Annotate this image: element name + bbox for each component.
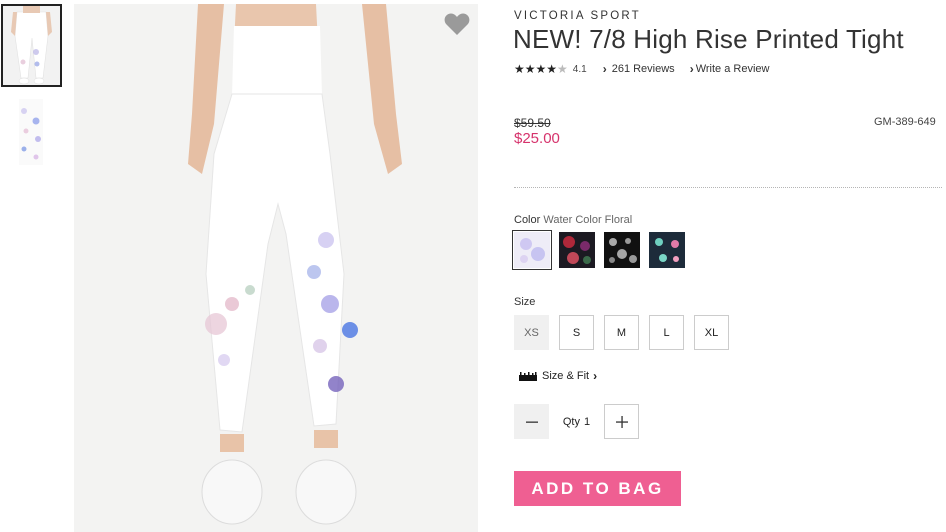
quantity-increase-button[interactable] — [604, 404, 639, 439]
swatch-black-floral[interactable] — [604, 232, 640, 268]
quantity-decrease-button[interactable] — [514, 404, 549, 439]
quantity-value: 1 — [584, 415, 591, 428]
size-options: XS S M L XL — [514, 315, 729, 350]
thumbnail-detail[interactable] — [12, 97, 48, 167]
main-product-image — [74, 4, 478, 532]
ruler-icon — [519, 371, 537, 381]
write-review-link[interactable]: › Write a Review — [690, 62, 770, 76]
chevron-right-icon: › — [593, 369, 598, 383]
swatch-black-floral-image — [604, 232, 640, 268]
size-option-m[interactable]: M — [604, 315, 639, 350]
write-review-label: Write a Review — [695, 63, 770, 75]
size-option-s[interactable]: S — [559, 315, 594, 350]
swatch-water-color-floral[interactable] — [512, 230, 552, 270]
chevron-right-icon: › — [602, 62, 607, 76]
size-fit-label: Size & Fit — [542, 370, 590, 382]
rating-row: ★★★★★ 4.1 › 261 Reviews › Write a Review — [514, 62, 769, 76]
quantity-stepper: Qty 1 — [514, 404, 639, 439]
heart-icon — [444, 13, 470, 35]
swatch-dark-floral-red-image — [559, 232, 595, 268]
quantity-display: Qty 1 — [549, 416, 604, 428]
add-to-bag-button[interactable]: ADD TO BAG — [514, 471, 681, 506]
swatch-water-color-floral-image — [514, 232, 550, 268]
favorite-button[interactable] — [444, 12, 470, 41]
plus-icon — [615, 415, 628, 428]
color-label-text: Color — [514, 214, 541, 226]
size-fit-link[interactable]: Size & Fit › — [519, 369, 597, 383]
thumbnail-front[interactable] — [1, 4, 62, 87]
product-photo — [74, 4, 478, 532]
size-option-l[interactable]: L — [649, 315, 684, 350]
sale-price: $25.00 — [514, 130, 560, 147]
size-option-xl[interactable]: XL — [694, 315, 729, 350]
color-label: Color Water Color Floral — [514, 214, 632, 226]
brand-name: VICTORIA SPORT — [514, 10, 641, 22]
rating-value: 4.1 — [572, 63, 587, 75]
minus-icon — [525, 421, 538, 423]
product-title: NEW! 7/8 High Rise Printed Tight — [513, 24, 904, 54]
color-swatches — [512, 230, 685, 270]
original-price: $59.50 — [514, 116, 551, 130]
swatch-navy-floral-image — [649, 232, 685, 268]
reviews-link-label: 261 Reviews — [611, 63, 675, 75]
reviews-link[interactable]: › 261 Reviews — [603, 62, 675, 76]
size-label: Size — [514, 296, 536, 308]
product-sku: GM-389-649 — [874, 116, 936, 128]
quantity-label: Qty — [562, 415, 580, 428]
swatch-dark-floral-red[interactable] — [559, 232, 595, 268]
chevron-right-icon: › — [689, 62, 694, 76]
size-option-xs[interactable]: XS — [514, 315, 549, 350]
swatch-navy-floral[interactable] — [649, 232, 685, 268]
rating-stars: ★★★★★ — [514, 62, 568, 76]
divider — [514, 187, 942, 188]
selected-color-name: Water Color Floral — [543, 214, 633, 226]
thumbnail-front-image — [3, 6, 60, 85]
thumbnail-detail-image — [19, 99, 43, 165]
